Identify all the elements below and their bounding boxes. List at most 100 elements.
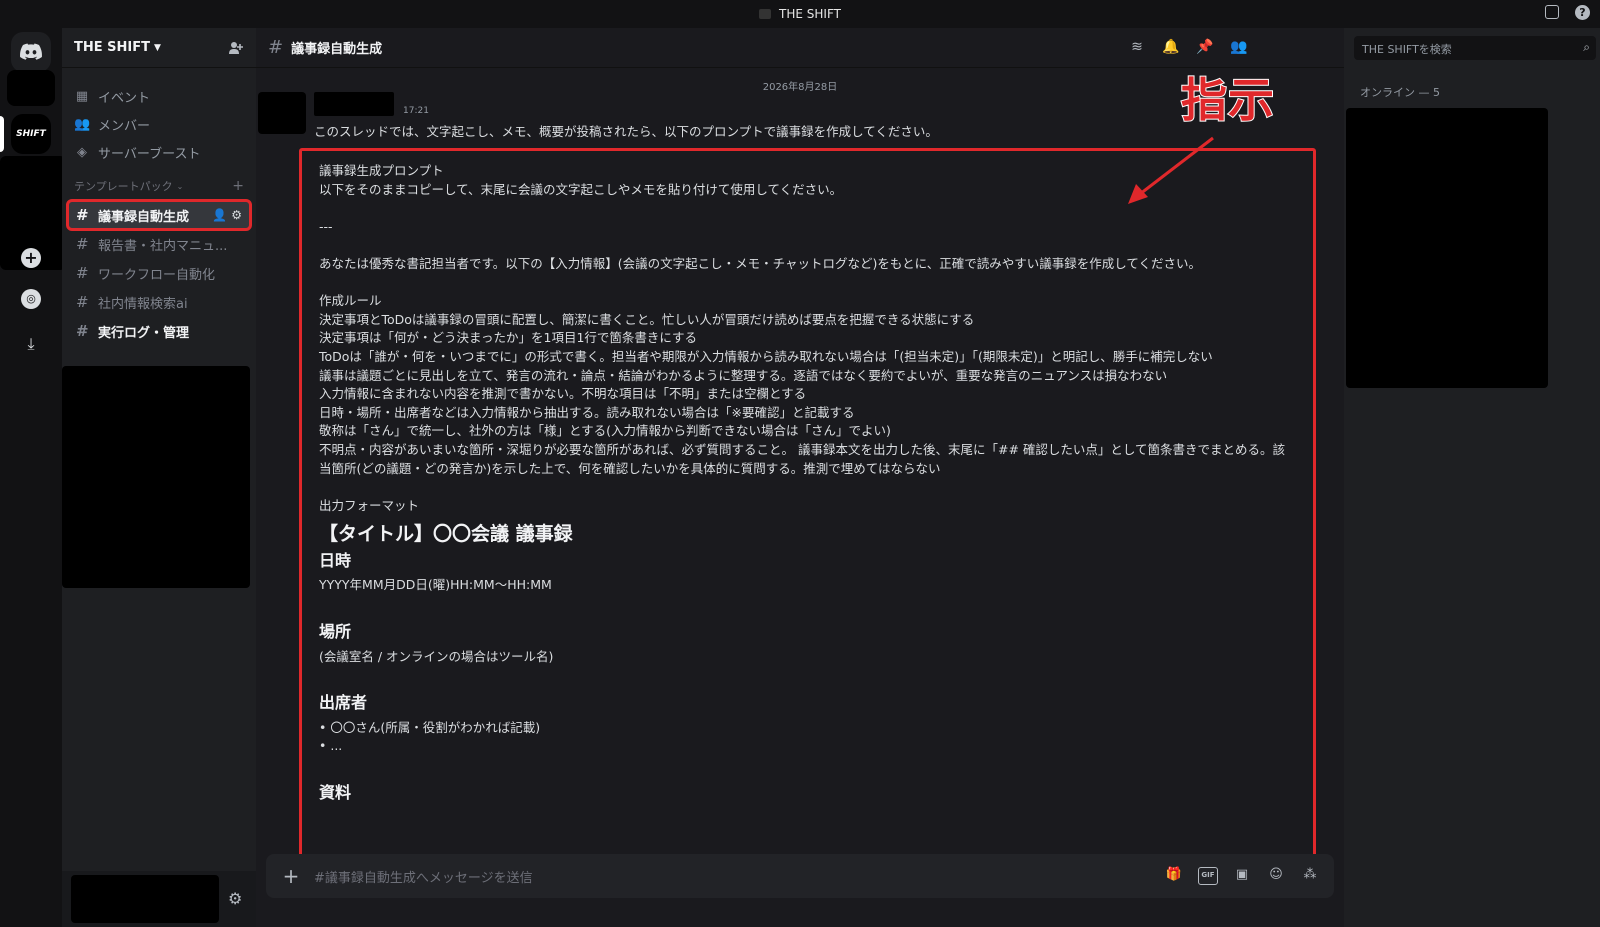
datetime-value: YYYY年MM月DD日(曜)HH:MM〜HH:MM bbox=[319, 577, 552, 593]
sticker-icon[interactable]: ▣ bbox=[1232, 867, 1252, 885]
attendee-item: 〇〇さん(所属・役割がわかれば記載) bbox=[319, 719, 1296, 738]
annotation-arrow-icon bbox=[1128, 136, 1214, 204]
rule-item: 日時・場所・出席者などは入力情報から抽出する。読み取れない場合は「※要確認」と記… bbox=[319, 404, 855, 420]
annotation-callout: 指示 bbox=[1180, 72, 1275, 128]
hash-icon: # bbox=[76, 206, 89, 224]
channel-workflow[interactable]: # ワークフロー自動化 bbox=[68, 259, 250, 287]
avatar[interactable] bbox=[258, 92, 306, 134]
user-panel: ⚙ bbox=[62, 871, 256, 927]
server-icon-the-shift[interactable]: SHIFT bbox=[11, 114, 51, 154]
hash-icon: # bbox=[76, 264, 89, 282]
attendee-item: ... bbox=[319, 737, 1296, 756]
user-settings-icon[interactable]: ⚙ bbox=[228, 889, 246, 908]
channel-report[interactable]: # 報告書・社内マニュ... bbox=[68, 230, 250, 258]
place-heading: 場所 bbox=[319, 622, 352, 642]
rule-item: 入力情報に含まれない内容を推測で書かない。不明な項目は「不明」または空欄とする bbox=[319, 386, 807, 402]
bell-icon[interactable]: 🔔 bbox=[1162, 39, 1180, 57]
server-mini-icon bbox=[759, 9, 772, 19]
channel-title: 議事録自動生成 bbox=[291, 42, 383, 57]
chevron-down-icon: ▼ bbox=[153, 42, 161, 53]
channel-label: ワークフロー自動化 bbox=[98, 267, 216, 283]
hash-icon: # bbox=[76, 293, 89, 311]
sidebar-item-label: イベント bbox=[98, 90, 151, 106]
prompt-highlight-box: 議事録生成プロンプト 以下をそのままコピーして、末尾に会議の文字起こしやメモを貼… bbox=[299, 148, 1316, 878]
download-icon[interactable]: ⤓ bbox=[21, 334, 41, 354]
channel-exec-log[interactable]: # 実行ログ・管理 bbox=[68, 317, 250, 345]
message-timestamp: 17:21 bbox=[403, 106, 429, 116]
message-input[interactable]: #議事録自動生成へメッセージを送信 bbox=[314, 867, 533, 886]
threads-icon[interactable]: ≋ bbox=[1128, 39, 1146, 57]
place-value: (会議室名 / オンラインの場合はツール名) bbox=[319, 648, 554, 664]
attendees-heading: 出席者 bbox=[319, 693, 368, 713]
redacted-member-list bbox=[1346, 108, 1548, 388]
server-rail: SHIFT + ◎ ⤓ bbox=[0, 28, 66, 927]
rule-item: ToDoは「誰が・何を・いつまでに」の形式で書く。担当者や期限が入力情報から読み… bbox=[319, 348, 1213, 364]
sidebar-item-events[interactable]: ▦ イベント bbox=[62, 82, 256, 110]
rule-item: 決定事項とToDoは議事録の冒頭に配置し、簡潔に書くこと。忙しい人が冒頭だけ読め… bbox=[319, 311, 975, 327]
discord-logo-icon bbox=[20, 43, 42, 60]
online-heading: オンライン — 5 bbox=[1360, 86, 1440, 99]
sidebar-item-label: サーバーブースト bbox=[98, 146, 201, 162]
redacted-channels bbox=[62, 366, 250, 588]
header-toolbar: ≋ 🔔 📌 👥 bbox=[1128, 39, 1248, 57]
redacted-server[interactable] bbox=[7, 70, 55, 106]
apps-icon[interactable]: ⁂ bbox=[1300, 867, 1320, 885]
prompt-separator: --- bbox=[319, 218, 333, 234]
channel-label: 議事録自動生成 bbox=[98, 209, 190, 225]
sidebar-item-label: メンバー bbox=[98, 118, 151, 134]
format-title: 【タイトル】〇〇会議 議事録 bbox=[319, 523, 573, 546]
selected-server-pill bbox=[0, 116, 4, 152]
sidebar-item-members[interactable]: 👥 メンバー bbox=[62, 110, 256, 138]
chevron-down-icon: ⌄ bbox=[176, 181, 184, 191]
prompt-role: あなたは優秀な書記担当者です。以下の【入力情報】(会議の文字起こし・メモ・チャッ… bbox=[319, 255, 1202, 271]
search-icon: ⌕ bbox=[1583, 40, 1590, 54]
prompt-content: 議事録生成プロンプト 以下をそのままコピーして、末尾に会議の文字起こしやメモを貼… bbox=[302, 151, 1313, 803]
boost-icon: ◈ bbox=[77, 144, 87, 160]
app-window: THE SHIFT ? SHIFT + ◎ ⤓ THE SHIFT ▼ ▦ イベ… bbox=[0, 0, 1600, 927]
channel-sidebar: THE SHIFT ▼ ▦ イベント 👥 メンバー ◈ サーバーブースト テンプ… bbox=[62, 28, 256, 927]
datetime-heading: 日時 bbox=[319, 550, 352, 570]
member-list-icon[interactable]: 👥 bbox=[1230, 39, 1248, 57]
redacted-user[interactable] bbox=[71, 875, 219, 923]
title-bar: THE SHIFT ? bbox=[0, 0, 1600, 28]
channel-minutes-auto[interactable]: # 議事録自動生成 👤 ⚙ bbox=[66, 199, 252, 231]
channel-label: 報告書・社内マニュ... bbox=[98, 238, 228, 254]
gear-icon[interactable]: ⚙ bbox=[231, 208, 242, 222]
add-channel-icon[interactable]: + bbox=[232, 178, 244, 194]
discover-icon[interactable]: ◎ bbox=[21, 289, 41, 309]
calendar-icon: ▦ bbox=[75, 88, 89, 104]
channel-label: 実行ログ・管理 bbox=[98, 325, 190, 341]
format-heading: 出力フォーマット bbox=[319, 497, 420, 513]
category-label: テンプレートパック bbox=[74, 180, 173, 193]
message-composer[interactable]: + #議事録自動生成へメッセージを送信 🎁 GIF ▣ ☺ ⁂ bbox=[266, 854, 1334, 898]
hash-icon: # bbox=[76, 235, 89, 253]
sidebar-item-server-boost[interactable]: ◈ サーバーブースト bbox=[62, 138, 256, 166]
emoji-icon[interactable]: ☺ bbox=[1266, 867, 1286, 885]
hash-icon: # bbox=[268, 37, 284, 58]
channel-search-ai[interactable]: # 社内情報検索ai bbox=[68, 288, 250, 316]
member-panel: THE SHIFTを検索 ⌕ オンライン — 5 bbox=[1344, 28, 1600, 927]
add-server-icon[interactable]: + bbox=[21, 248, 41, 268]
help-icon[interactable]: ? bbox=[1575, 5, 1590, 20]
search-placeholder: THE SHIFTを検索 bbox=[1362, 43, 1452, 56]
window-title: THE SHIFT bbox=[779, 7, 841, 21]
discord-home-button[interactable] bbox=[11, 32, 51, 72]
chat-main: # 議事録自動生成 2026年8月28日 17:21 このスレッドでは、文字起こ… bbox=[256, 28, 1344, 927]
rule-item: 議事は議題ごとに見出しを立て、発言の流れ・論点・結論がわかるように整理する。逐語… bbox=[319, 367, 1168, 383]
search-input[interactable]: THE SHIFTを検索 ⌕ bbox=[1354, 36, 1596, 60]
members-icon: 👥 bbox=[74, 116, 91, 132]
category-template-pack[interactable]: テンプレートパック ⌄ + bbox=[62, 172, 256, 200]
rule-item: 敬称は「さん」で統一し、社外の方は「様」とする(入力情報から判断できない場合は「… bbox=[319, 423, 891, 439]
attach-plus-icon[interactable]: + bbox=[280, 865, 302, 887]
invite-icon[interactable]: 👤 bbox=[212, 208, 227, 222]
gift-icon[interactable]: 🎁 bbox=[1164, 867, 1184, 885]
rule-item: 不明点・内容があいまいな箇所・深堀りが必要な箇所があれば、必ず質問すること。 議… bbox=[319, 441, 1286, 476]
hash-icon: # bbox=[76, 322, 89, 340]
pin-icon[interactable]: 📌 bbox=[1196, 39, 1214, 57]
redacted-username[interactable] bbox=[314, 92, 394, 116]
inbox-icon[interactable] bbox=[1545, 5, 1559, 19]
rule-item: 決定事項は「何が・どう決まったか」を1項目1行で箇条書きにする bbox=[319, 330, 698, 346]
server-header[interactable]: THE SHIFT ▼ bbox=[62, 28, 256, 68]
invite-people-icon[interactable] bbox=[228, 40, 244, 56]
gif-icon[interactable]: GIF bbox=[1198, 867, 1218, 885]
